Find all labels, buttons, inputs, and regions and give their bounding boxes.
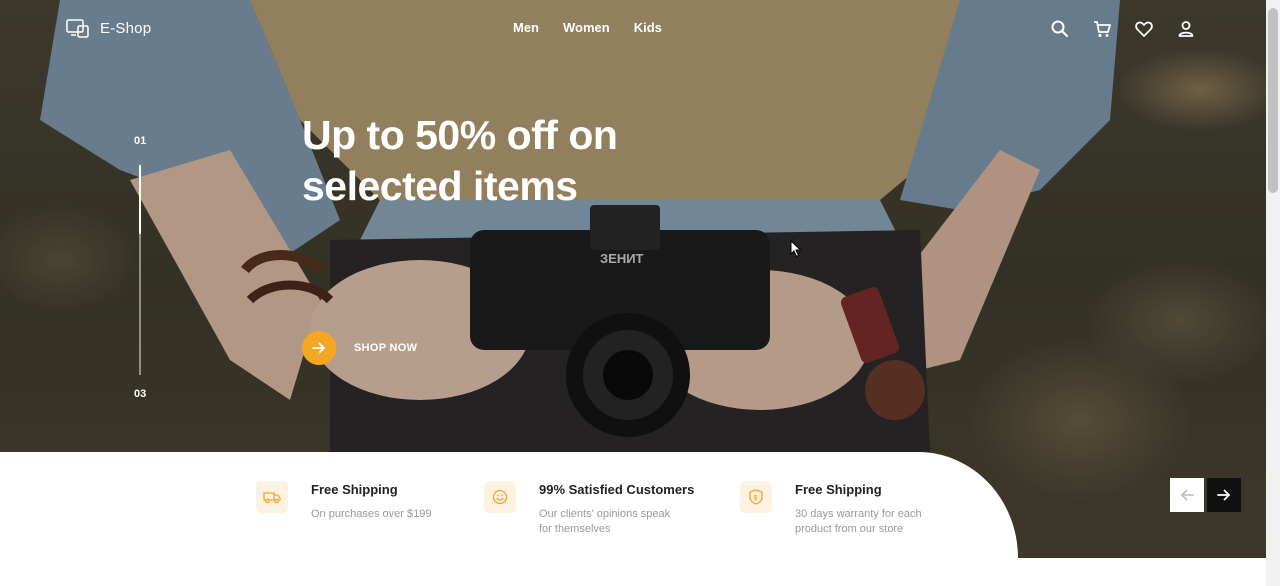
svg-text:$: $ — [754, 495, 758, 502]
mouse-cursor-icon — [790, 240, 802, 258]
shield-dollar-icon: $ — [740, 481, 772, 513]
nav-item-men[interactable]: Men — [513, 20, 539, 35]
feature-item: Free Shipping On purchases over $199 — [256, 481, 441, 522]
scrollbar-thumb[interactable] — [1268, 8, 1278, 193]
devices-icon — [66, 19, 89, 38]
smile-icon — [484, 481, 516, 513]
carousel-next-button[interactable] — [1207, 478, 1241, 512]
feature-item: 99% Satisfied Customers Our clients' opi… — [484, 481, 694, 537]
heart-icon[interactable] — [1134, 19, 1154, 39]
header-actions — [1050, 19, 1196, 39]
feature-desc: 30 days warranty for each product from o… — [795, 508, 922, 535]
feature-desc: On purchases over $199 — [311, 508, 432, 520]
slide-progress-track — [139, 165, 141, 375]
slide-total: 03 — [134, 388, 147, 400]
slide-progress-fill — [139, 165, 141, 235]
user-icon[interactable] — [1176, 19, 1196, 39]
brand-name: E-Shop — [100, 19, 152, 37]
feature-desc: Our clients' opinions speak for themselv… — [539, 508, 671, 535]
shop-now-label[interactable]: SHOP NOW — [354, 342, 417, 354]
search-icon[interactable] — [1050, 19, 1070, 39]
carousel-prev-button[interactable] — [1170, 478, 1204, 512]
slide-current: 01 — [134, 135, 147, 147]
arrow-right-icon — [312, 342, 325, 354]
hero-headline: Up to 50% off on selected items — [302, 112, 618, 209]
shop-now-button[interactable]: SHOP NOW — [302, 331, 417, 365]
truck-icon — [256, 481, 288, 513]
arrow-left-icon — [1181, 489, 1194, 501]
brand-logo[interactable]: E-Shop — [66, 18, 151, 38]
arrow-right-icon — [1217, 489, 1230, 501]
feature-item: $ Free Shipping 30 days warranty for eac… — [740, 481, 935, 537]
nav-item-women[interactable]: Women — [563, 20, 610, 35]
main-nav: Men Women Kids — [513, 20, 662, 35]
feature-title: Free Shipping — [311, 482, 398, 497]
cart-icon[interactable] — [1092, 19, 1112, 39]
shop-now-circle[interactable] — [302, 331, 336, 365]
nav-item-kids[interactable]: Kids — [634, 20, 662, 35]
feature-title: 99% Satisfied Customers — [539, 482, 695, 497]
feature-title: Free Shipping — [795, 482, 882, 497]
